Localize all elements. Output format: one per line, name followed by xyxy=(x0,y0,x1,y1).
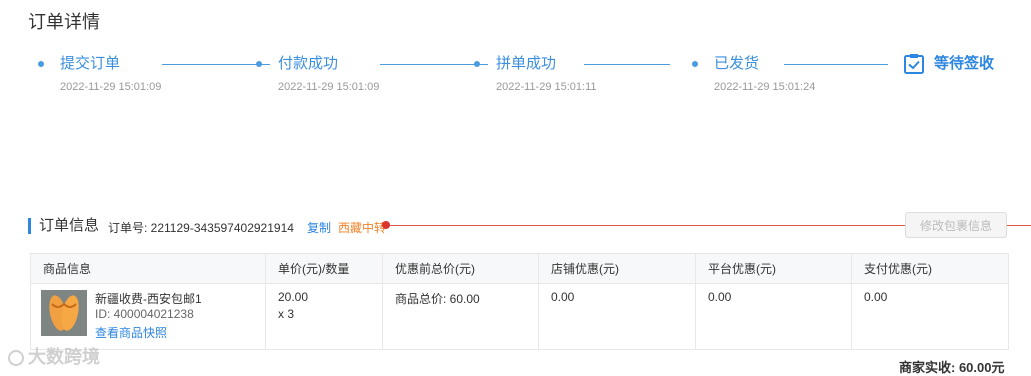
col-header-shop-discount: 店铺优惠(元) xyxy=(551,262,619,276)
step-time: 2022-11-29 15:01:24 xyxy=(714,81,816,93)
annotation-dot xyxy=(382,221,390,229)
product-id: ID: 400004021238 xyxy=(95,307,194,321)
view-snapshot-link[interactable]: 查看商品快照 xyxy=(95,324,167,341)
column-divider xyxy=(695,254,696,349)
step-label: 付款成功 xyxy=(278,55,339,72)
product-name: 新疆收费-西安包邮1 xyxy=(95,292,202,306)
step-dot xyxy=(692,61,698,67)
modify-package-button[interactable]: 修改包裹信息 xyxy=(905,212,1007,238)
order-items-table: 商品信息 单价(元)/数量 优惠前总价(元) 店铺优惠(元) 平台优惠(元) 支… xyxy=(30,253,1009,350)
order-progress: 提交订单 2022-11-29 15:01:09 付款成功 2022-11-29… xyxy=(0,52,1031,112)
step-dot xyxy=(38,61,44,67)
column-divider xyxy=(382,254,383,349)
product-image xyxy=(41,290,87,336)
col-header-price-qty: 单价(元)/数量 xyxy=(278,262,350,276)
step-connector xyxy=(784,64,888,65)
product-thumbnail[interactable] xyxy=(41,290,87,336)
step-label: 拼单成功 xyxy=(496,55,557,72)
order-number: 订单号: 221129-343597402921914 xyxy=(108,221,294,235)
quantity: x 3 xyxy=(278,307,295,321)
col-header-product: 商品信息 xyxy=(43,262,92,276)
clipboard-check-icon xyxy=(904,54,924,74)
platform-discount: 0.00 xyxy=(708,290,732,304)
total-before-discount: 商品总价: 60.00 xyxy=(395,292,480,306)
watermark-logo-icon xyxy=(8,350,24,366)
step-connector xyxy=(162,64,270,65)
watermark: 大数跨境 xyxy=(8,343,100,369)
shop-discount: 0.00 xyxy=(551,290,575,304)
unit-price: 20.00 xyxy=(278,290,309,304)
step-label: 已发货 xyxy=(714,55,760,72)
col-header-payment-discount: 支付优惠(元) xyxy=(864,262,932,276)
watermark-text: 大数跨境 xyxy=(28,347,100,367)
column-divider xyxy=(265,254,266,349)
step-dot xyxy=(256,61,262,67)
copy-order-link[interactable]: 复制 xyxy=(307,219,331,236)
col-header-platform-discount: 平台优惠(元) xyxy=(708,262,776,276)
step-time: 2022-11-29 15:01:09 xyxy=(60,81,162,93)
payment-discount: 0.00 xyxy=(864,290,888,304)
transit-tag: 西藏中转 xyxy=(338,221,387,235)
table-header: 商品信息 单价(元)/数量 优惠前总价(元) 店铺优惠(元) 平台优惠(元) 支… xyxy=(31,254,1008,284)
col-header-total-before: 优惠前总价(元) xyxy=(395,262,475,276)
column-divider xyxy=(538,254,539,349)
step-time: 2022-11-29 15:01:09 xyxy=(278,81,380,93)
step-dot xyxy=(474,61,480,67)
step-connector xyxy=(380,64,488,65)
current-step-label: 等待签收 xyxy=(934,55,995,72)
step-label: 提交订单 xyxy=(60,55,121,72)
step-connector xyxy=(584,64,670,65)
column-divider xyxy=(851,254,852,349)
step-time: 2022-11-29 15:01:11 xyxy=(496,81,597,93)
section-accent-bar xyxy=(28,218,31,234)
page-title: 订单详情 xyxy=(28,12,100,32)
order-info-heading: 订单信息 xyxy=(39,217,100,234)
merchant-received-total: 商家实收: 60.00元 xyxy=(899,360,1005,375)
